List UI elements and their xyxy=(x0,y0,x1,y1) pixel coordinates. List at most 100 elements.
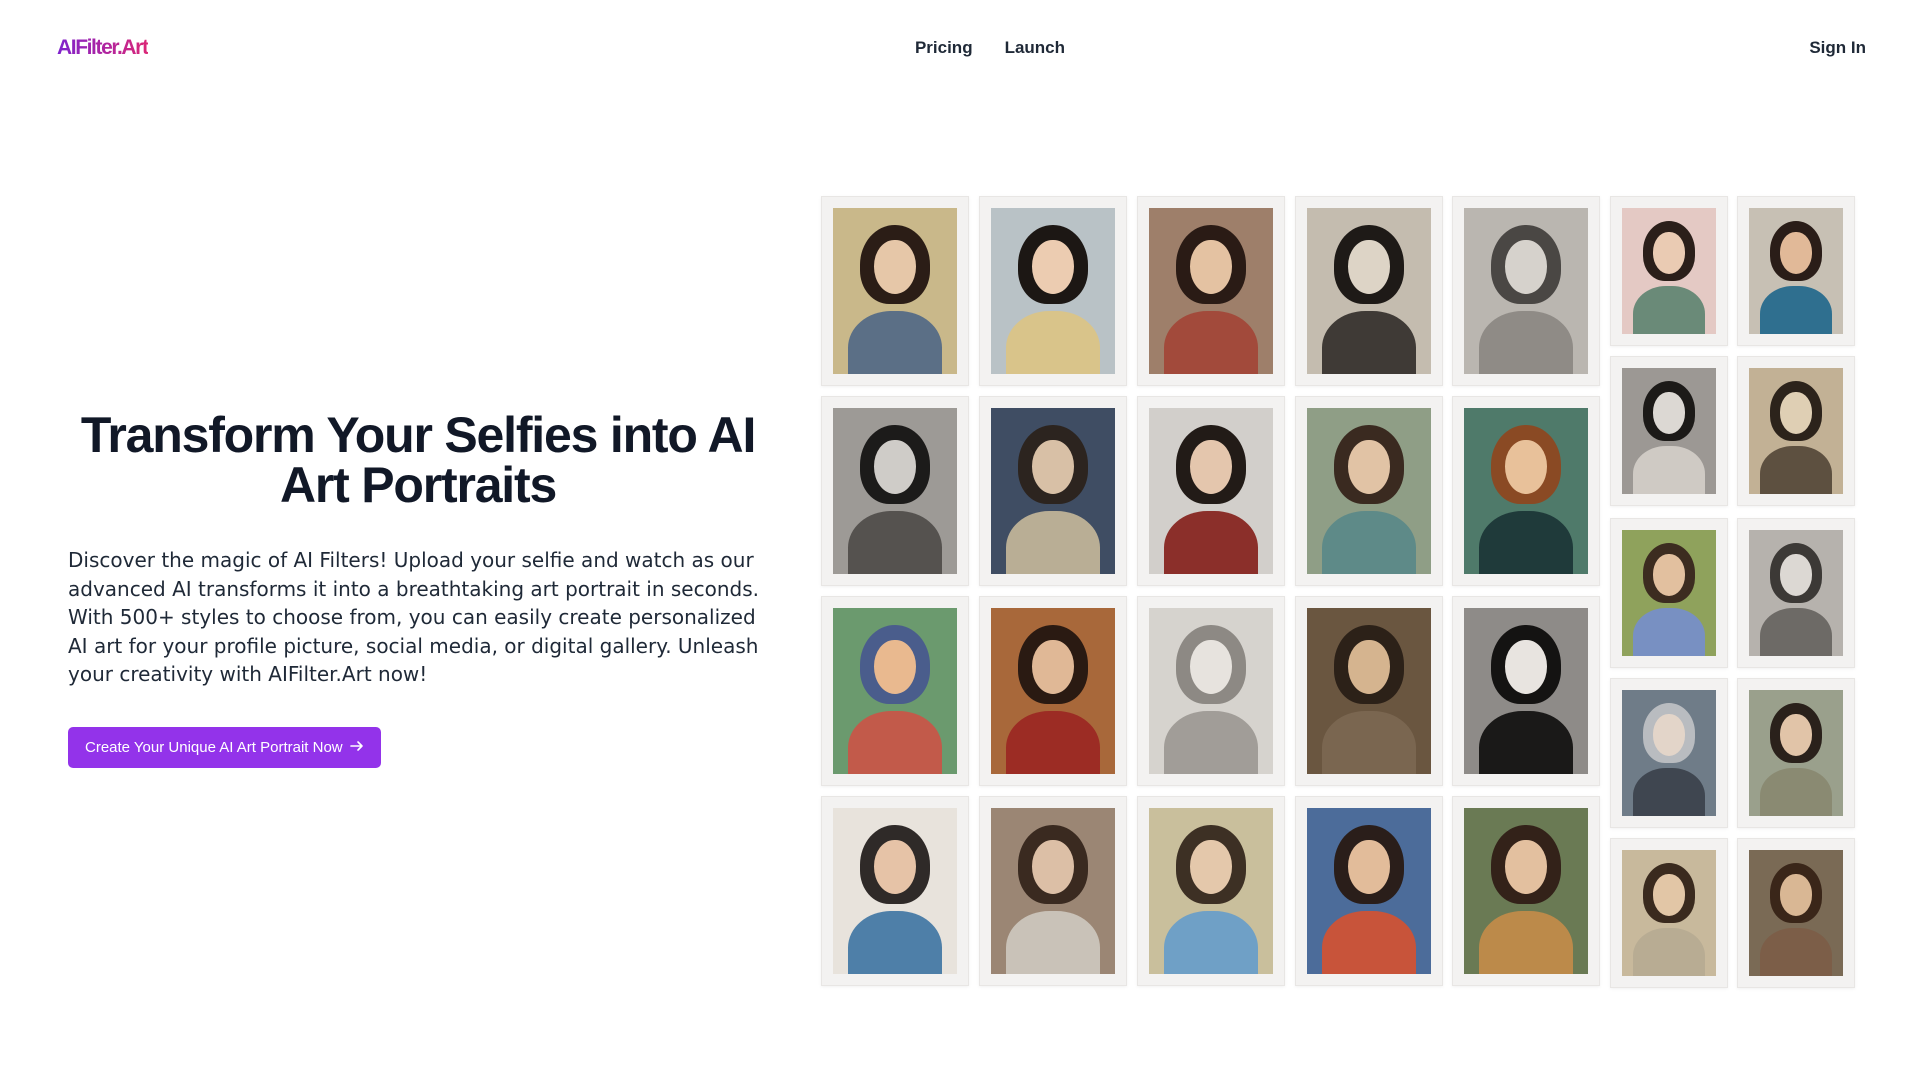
portrait-body xyxy=(1478,510,1574,574)
portrait-image xyxy=(1149,408,1273,574)
portrait-card[interactable] xyxy=(1137,596,1285,786)
portrait-card[interactable] xyxy=(1295,396,1443,586)
portrait-card[interactable] xyxy=(1610,356,1728,506)
portrait-card[interactable] xyxy=(821,596,969,786)
portrait-face xyxy=(1653,553,1685,596)
portrait-card[interactable] xyxy=(1737,356,1855,506)
portrait-card[interactable] xyxy=(1610,678,1728,828)
portrait-card[interactable] xyxy=(821,196,969,386)
nav-link-launch[interactable]: Launch xyxy=(1005,38,1065,58)
portrait-card[interactable] xyxy=(1737,196,1855,346)
portrait-body xyxy=(1163,910,1259,974)
portrait-card[interactable] xyxy=(1452,396,1600,586)
portrait-face xyxy=(1780,391,1812,434)
portrait-image xyxy=(1622,368,1716,494)
create-portrait-button-label: Create Your Unique AI Art Portrait Now xyxy=(85,739,343,756)
portrait-body xyxy=(1633,446,1705,494)
portrait-image xyxy=(1749,208,1843,334)
portrait-body xyxy=(1633,928,1705,976)
portrait-image xyxy=(1307,808,1431,974)
portrait-image xyxy=(1307,608,1431,774)
portrait-face xyxy=(1031,439,1075,495)
portrait-body xyxy=(1760,286,1832,334)
portrait-card[interactable] xyxy=(1737,838,1855,988)
portrait-face xyxy=(1504,239,1548,295)
portrait-card[interactable] xyxy=(1295,596,1443,786)
portrait-card[interactable] xyxy=(1452,196,1600,386)
portrait-body xyxy=(1005,910,1101,974)
portrait-face xyxy=(873,439,917,495)
portrait-image xyxy=(991,208,1115,374)
portrait-face xyxy=(1780,231,1812,274)
portrait-face xyxy=(1031,839,1075,895)
portrait-card[interactable] xyxy=(1295,796,1443,986)
portrait-face xyxy=(1347,239,1391,295)
portrait-face xyxy=(1653,713,1685,756)
top-navigation-bar: AIFilter.Art Pricing Launch Sign In xyxy=(0,0,1920,96)
portrait-body xyxy=(1633,768,1705,816)
portrait-card[interactable] xyxy=(1737,678,1855,828)
portrait-image xyxy=(991,408,1115,574)
portrait-card[interactable] xyxy=(1610,838,1728,988)
portrait-face xyxy=(1189,239,1233,295)
portrait-face xyxy=(873,239,917,295)
portrait-image xyxy=(1749,690,1843,816)
portrait-image xyxy=(1749,530,1843,656)
portrait-body xyxy=(1321,310,1417,374)
portrait-body xyxy=(1478,310,1574,374)
portrait-image xyxy=(1307,208,1431,374)
portrait-face xyxy=(1347,439,1391,495)
portrait-image xyxy=(1464,208,1588,374)
portrait-face xyxy=(1031,239,1075,295)
portrait-image xyxy=(1622,690,1716,816)
create-portrait-button[interactable]: Create Your Unique AI Art Portrait Now xyxy=(68,727,381,768)
portrait-image xyxy=(991,808,1115,974)
portrait-body xyxy=(1760,608,1832,656)
portrait-face xyxy=(1347,839,1391,895)
portrait-card[interactable] xyxy=(821,796,969,986)
portrait-card[interactable] xyxy=(1737,518,1855,668)
portrait-face xyxy=(1504,639,1548,695)
portrait-body xyxy=(1321,710,1417,774)
portrait-face xyxy=(1653,391,1685,434)
portrait-card[interactable] xyxy=(1610,196,1728,346)
portrait-card[interactable] xyxy=(1452,596,1600,786)
portrait-card[interactable] xyxy=(1137,196,1285,386)
portrait-image xyxy=(1622,530,1716,656)
nav-link-pricing[interactable]: Pricing xyxy=(915,38,973,58)
portrait-face xyxy=(1504,439,1548,495)
portrait-card[interactable] xyxy=(1452,796,1600,986)
portrait-card[interactable] xyxy=(1610,518,1728,668)
portrait-image xyxy=(833,408,957,574)
portrait-image xyxy=(1149,208,1273,374)
portrait-face xyxy=(1189,839,1233,895)
portrait-card[interactable] xyxy=(979,396,1127,586)
portrait-image xyxy=(1464,608,1588,774)
portrait-body xyxy=(847,710,943,774)
portrait-image xyxy=(1622,208,1716,334)
portrait-body xyxy=(1633,286,1705,334)
sign-in-link[interactable]: Sign In xyxy=(1809,38,1866,58)
portrait-body xyxy=(1163,510,1259,574)
portrait-body xyxy=(1760,768,1832,816)
main-nav: Pricing Launch xyxy=(0,38,1920,58)
arrow-right-icon xyxy=(349,739,364,757)
portrait-card[interactable] xyxy=(979,796,1127,986)
portrait-card[interactable] xyxy=(979,596,1127,786)
portrait-card[interactable] xyxy=(1137,396,1285,586)
hero-title: Transform Your Selfies into AI Art Portr… xyxy=(80,407,757,513)
portrait-image xyxy=(1307,408,1431,574)
portrait-face xyxy=(1189,639,1233,695)
portrait-image xyxy=(833,208,957,374)
portrait-card[interactable] xyxy=(979,196,1127,386)
portrait-body xyxy=(1163,710,1259,774)
portrait-body xyxy=(1321,910,1417,974)
portrait-face xyxy=(1347,639,1391,695)
portrait-face xyxy=(1780,553,1812,596)
portrait-card[interactable] xyxy=(1295,196,1443,386)
portrait-face xyxy=(873,839,917,895)
portrait-card[interactable] xyxy=(821,396,969,586)
portrait-card[interactable] xyxy=(1137,796,1285,986)
portrait-body xyxy=(847,910,943,974)
portrait-image xyxy=(991,608,1115,774)
